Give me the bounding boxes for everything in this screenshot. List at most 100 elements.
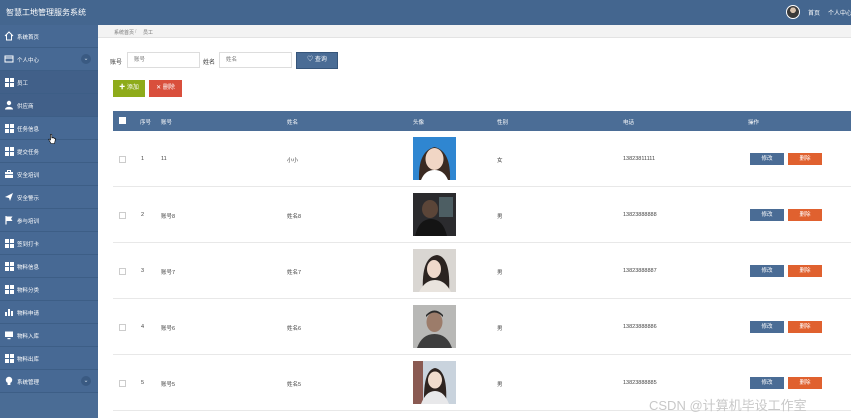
row-phone: 13823811111 bbox=[623, 156, 656, 162]
row-name: 姓名6 bbox=[287, 326, 302, 332]
row-phone: 13823888888 bbox=[623, 212, 657, 218]
row-gender: 女 bbox=[497, 158, 503, 164]
breadcrumb-home[interactable]: 系统首页 bbox=[114, 29, 134, 36]
sidebar-item-label: 安全警示 bbox=[17, 196, 40, 202]
add-button-label: 添加 bbox=[126, 85, 139, 91]
account-label: 账号 bbox=[110, 60, 123, 66]
sidebar-item-check-in[interactable]: 签到打卡 bbox=[0, 232, 98, 255]
heart-icon: ♡ bbox=[307, 57, 314, 63]
avatar-photo bbox=[413, 137, 456, 180]
edit-button[interactable]: 修改 bbox=[750, 321, 784, 333]
column-header-phone: 电话 bbox=[623, 120, 635, 126]
row-gender: 男 bbox=[497, 382, 503, 388]
search-button[interactable]: ♡ 查询 bbox=[296, 52, 338, 69]
row-index: 4 bbox=[141, 324, 145, 330]
sidebar-item-label: 安全培训 bbox=[17, 173, 40, 179]
row-gender: 男 bbox=[497, 214, 503, 220]
avatar-photo bbox=[413, 249, 456, 292]
row-name: 姓名5 bbox=[287, 382, 302, 388]
row-delete-button[interactable]: 删除 bbox=[788, 153, 822, 165]
sidebar-item-safety-warning[interactable]: 安全警示 bbox=[0, 186, 98, 209]
sidebar-item-supplier[interactable]: 供应商 bbox=[0, 94, 98, 117]
row-delete-button[interactable]: 删除 bbox=[788, 377, 822, 389]
select-all-checkbox[interactable] bbox=[119, 117, 126, 124]
row-delete-button[interactable]: 删除 bbox=[788, 265, 822, 277]
sidebar-item-material-category[interactable]: 物料分类 bbox=[0, 278, 98, 301]
sidebar-item-label: 个人中心 bbox=[17, 58, 40, 64]
avatar[interactable] bbox=[786, 5, 800, 19]
sidebar-item-employee[interactable]: 员工 bbox=[0, 71, 98, 94]
bulb-icon bbox=[4, 376, 14, 386]
table-row: 1 11 小小 女 13823811111 修改 删除 bbox=[113, 131, 851, 187]
row-checkbox[interactable] bbox=[119, 324, 126, 331]
row-gender: 男 bbox=[497, 270, 503, 276]
user-icon bbox=[4, 100, 14, 110]
chevron-down-icon[interactable]: ⌄ bbox=[81, 376, 91, 386]
sidebar-item-label: 参与培训 bbox=[17, 219, 40, 225]
row-checkbox[interactable] bbox=[119, 380, 126, 387]
row-delete-button[interactable]: 删除 bbox=[788, 321, 822, 333]
sidebar-item-material-info[interactable]: 物料信息 bbox=[0, 255, 98, 278]
sidebar-item-material-request[interactable]: 物料申请 bbox=[0, 301, 98, 324]
sidebar-item-join-training[interactable]: 参与培训 bbox=[0, 209, 98, 232]
row-name: 姓名7 bbox=[287, 270, 302, 276]
sidebar-item-label: 任务信息 bbox=[17, 127, 40, 133]
sidebar-item-label: 供应商 bbox=[17, 104, 34, 110]
row-checkbox[interactable] bbox=[119, 156, 126, 163]
row-index: 5 bbox=[141, 380, 145, 386]
row-name: 姓名8 bbox=[287, 214, 302, 220]
name-search-input[interactable] bbox=[219, 52, 292, 68]
delete-button-label: 删除 bbox=[162, 85, 175, 91]
top-bar: 智慧工地管理服务系统 首页 个人中心 bbox=[0, 0, 851, 25]
sidebar-item-label: 签到打卡 bbox=[17, 242, 40, 248]
sidebar: 系统首页 个人中心 ⌄ 员工 供应商 任务信息 提交任务 安全培训 安全警示 参… bbox=[0, 25, 98, 418]
column-header-name: 姓名 bbox=[287, 120, 299, 126]
edit-button[interactable]: 修改 bbox=[750, 153, 784, 165]
home-link[interactable]: 首页 bbox=[808, 8, 820, 17]
table-header: 序号 账号 姓名 头像 性别 电话 操作 bbox=[113, 111, 851, 131]
row-account: 账号5 bbox=[161, 382, 176, 388]
app-title: 智慧工地管理服务系统 bbox=[6, 8, 86, 17]
edit-button[interactable]: 修改 bbox=[750, 377, 784, 389]
sidebar-item-material-outbound[interactable]: 物料出库 bbox=[0, 347, 98, 370]
row-account: 账号7 bbox=[161, 270, 176, 276]
row-account: 账号8 bbox=[161, 214, 176, 220]
account-search-input[interactable] bbox=[127, 52, 200, 68]
sidebar-item-label: 物料出库 bbox=[17, 357, 40, 363]
row-phone: 13823888886 bbox=[623, 324, 657, 330]
delete-button[interactable]: ✕ 删除 bbox=[149, 80, 182, 97]
sidebar-item-personal-center[interactable]: 个人中心 ⌄ bbox=[0, 48, 98, 71]
row-gender: 男 bbox=[497, 326, 503, 332]
sidebar-item-label: 员工 bbox=[17, 81, 29, 87]
flag-icon bbox=[4, 215, 14, 225]
row-account: 账号6 bbox=[161, 326, 176, 332]
row-name: 小小 bbox=[287, 158, 299, 164]
pointer-cursor-icon bbox=[48, 134, 56, 144]
home-icon bbox=[4, 31, 14, 41]
row-phone: 13823888887 bbox=[623, 268, 657, 274]
profile-link[interactable]: 个人中心 bbox=[828, 8, 851, 17]
sidebar-item-system-management[interactable]: 系统管理 ⌄ bbox=[0, 370, 98, 393]
sidebar-item-label: 物料分类 bbox=[17, 288, 40, 294]
edit-button[interactable]: 修改 bbox=[750, 209, 784, 221]
plus-icon: ✚ bbox=[119, 85, 126, 91]
add-button[interactable]: ✚ 添加 bbox=[113, 80, 145, 97]
row-delete-button[interactable]: 删除 bbox=[788, 209, 822, 221]
sidebar-item-label: 物料信息 bbox=[17, 265, 40, 271]
sidebar-item-material-inbound[interactable]: 物料入库 bbox=[0, 324, 98, 347]
chevron-down-icon[interactable]: ⌄ bbox=[81, 54, 91, 64]
breadcrumb-separator: / bbox=[135, 29, 137, 35]
grid-icon bbox=[4, 146, 14, 156]
row-account: 11 bbox=[161, 156, 167, 162]
row-checkbox[interactable] bbox=[119, 212, 126, 219]
row-index: 2 bbox=[141, 212, 145, 218]
sidebar-item-system-home[interactable]: 系统首页 bbox=[0, 25, 98, 48]
sidebar-item-safety-training[interactable]: 安全培训 bbox=[0, 163, 98, 186]
grid-icon bbox=[4, 261, 14, 271]
grid-icon bbox=[4, 123, 14, 133]
row-checkbox[interactable] bbox=[119, 268, 126, 275]
breadcrumb-current: 员工 bbox=[143, 30, 154, 36]
avatar-photo bbox=[413, 361, 456, 404]
sidebar-item-label: 物料入库 bbox=[17, 334, 40, 340]
edit-button[interactable]: 修改 bbox=[750, 265, 784, 277]
